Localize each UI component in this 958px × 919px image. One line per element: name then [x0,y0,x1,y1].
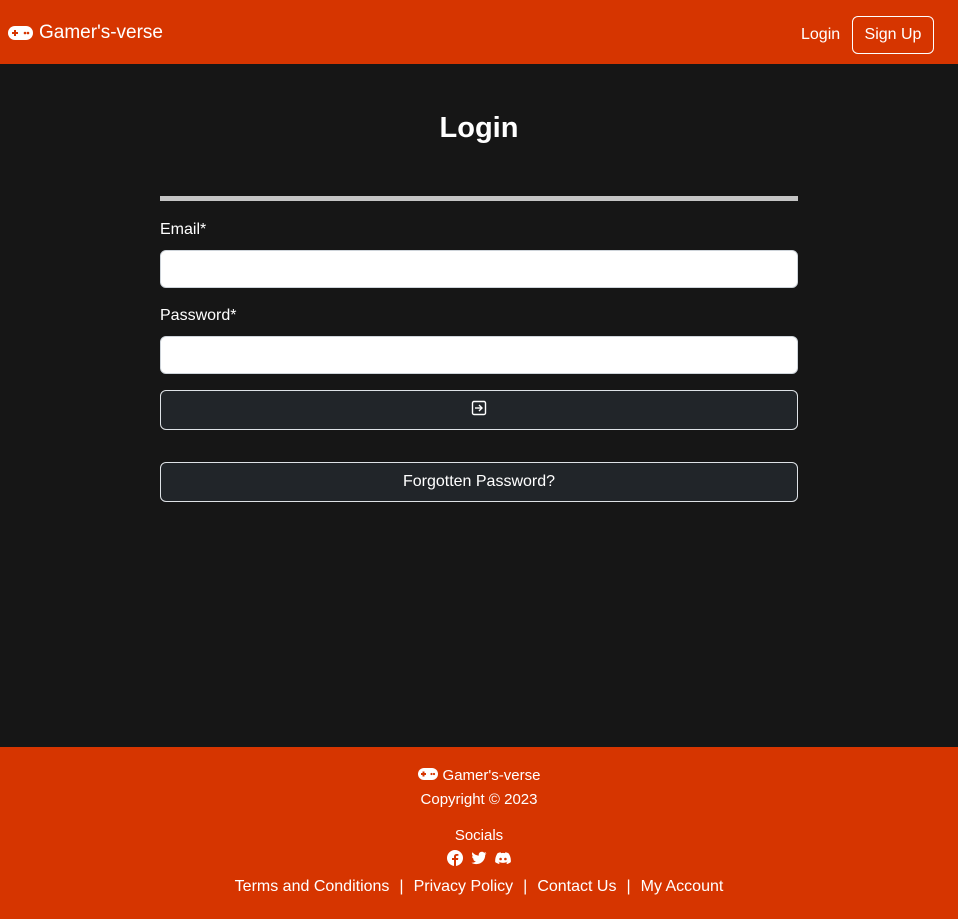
facebook-icon[interactable] [447,850,463,866]
email-label: Email* [160,221,207,238]
password-field[interactable] [160,336,798,374]
navbar: Gamer's-verse Login Sign Up [0,0,958,64]
discord-icon[interactable] [495,850,511,866]
box-arrow-in-right-icon [471,400,487,421]
link-separator: | [399,878,404,895]
footer-links: Terms and Conditions | Privacy Policy | … [0,878,958,896]
link-separator: | [523,878,528,895]
brand-name: Gamer's-verse [39,22,163,43]
email-field[interactable] [160,250,798,288]
terms-link[interactable]: Terms and Conditions [235,878,390,896]
gamepad-icon [8,26,33,40]
link-separator: | [626,878,631,895]
footer-brand-name: Gamer's-verse [442,767,541,784]
brand-link[interactable]: Gamer's-verse [8,20,163,46]
twitter-icon[interactable] [471,850,487,866]
footer-brand: Gamer's-verse [0,767,958,784]
my-account-link[interactable]: My Account [641,878,724,896]
copyright-text: Copyright © 2023 [420,791,538,808]
footer: Gamer's-verse Copyright © 2023 Socials T… [0,747,958,919]
contact-link[interactable]: Contact Us [537,878,616,896]
signup-button[interactable]: Sign Up [852,16,934,54]
social-icons [0,850,958,866]
privacy-link[interactable]: Privacy Policy [414,878,514,896]
password-label: Password* [160,307,237,324]
gamepad-icon [417,767,438,784]
forgot-password-button[interactable]: Forgotten Password? [160,462,798,502]
nav-login-link[interactable]: Login [801,26,840,44]
socials-heading: Socials [454,827,504,844]
login-submit-button[interactable] [160,390,798,430]
page-title: Login [439,112,519,144]
divider [160,196,798,201]
